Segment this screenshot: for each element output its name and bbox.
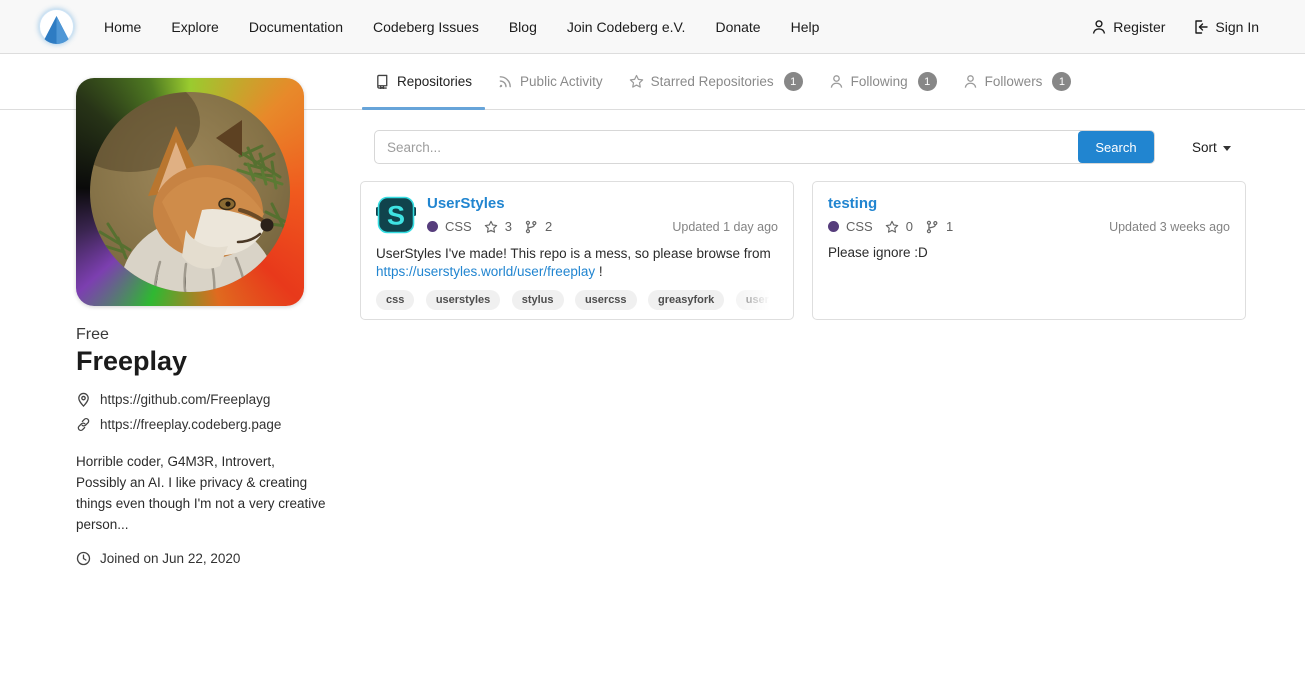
nav-donate[interactable]: Donate <box>700 0 775 54</box>
repo-avatar: S <box>376 195 416 235</box>
profile-sidebar: Free Freeplay https://github.com/Freepla… <box>76 78 328 566</box>
profile-website[interactable]: https://freeplay.codeberg.page <box>100 417 281 432</box>
avatar-photo <box>90 92 290 292</box>
repo-updated: Updated 3 weeks ago <box>1109 220 1230 234</box>
sign-in-label: Sign In <box>1215 19 1259 35</box>
tab-public-activity[interactable]: Public Activity <box>485 54 616 109</box>
following-count-badge: 1 <box>918 72 937 91</box>
profile-location[interactable]: https://github.com/Freeplayg <box>100 392 270 407</box>
sign-in-button[interactable]: Sign In <box>1193 19 1259 35</box>
repository-list: S UserStyles CSS 3 <box>360 181 1246 320</box>
star-icon <box>484 220 498 234</box>
repositories-content: Search Sort S UserStyles <box>360 110 1246 320</box>
repo-link[interactable]: UserStyles <box>427 195 505 212</box>
sort-dropdown[interactable]: Sort <box>1192 140 1231 155</box>
register-button[interactable]: Register <box>1091 19 1165 35</box>
profile-display-name: Free <box>76 326 328 344</box>
nav-codeberg-issues[interactable]: Codeberg Issues <box>358 0 494 54</box>
location-pin-icon <box>76 392 91 407</box>
avatar[interactable] <box>76 78 304 306</box>
tab-label: Repositories <box>397 74 472 89</box>
tab-label: Following <box>851 74 908 89</box>
repo-star-count: 3 <box>505 219 512 234</box>
profile-website-row: https://freeplay.codeberg.page <box>76 417 328 432</box>
git-branch-icon <box>524 220 538 234</box>
main-nav: Home Explore Documentation Codeberg Issu… <box>89 0 834 54</box>
profile-joined-row: Joined on Jun 22, 2020 <box>76 551 328 566</box>
repo-fork-count: 2 <box>545 219 552 234</box>
topic-tag[interactable]: usercss <box>575 290 637 310</box>
codeberg-logo[interactable] <box>38 8 75 45</box>
nav-blog[interactable]: Blog <box>494 0 552 54</box>
nav-help[interactable]: Help <box>776 0 835 54</box>
top-navbar: Home Explore Documentation Codeberg Issu… <box>0 0 1305 54</box>
topic-tag[interactable]: greasyfork <box>648 290 724 310</box>
svg-text:S: S <box>387 201 405 231</box>
nav-home[interactable]: Home <box>89 0 156 54</box>
navbar-right: Register Sign In <box>1091 19 1259 35</box>
followers-count-badge: 1 <box>1052 72 1071 91</box>
tab-starred-repositories[interactable]: Starred Repositories 1 <box>616 54 816 109</box>
link-icon <box>76 417 91 432</box>
star-icon <box>629 74 644 89</box>
repo-description-text: UserStyles I've made! This repo is a mes… <box>376 246 771 261</box>
repo-meta-row: CSS 3 2 Updated 1 day ago <box>427 219 778 234</box>
nav-documentation[interactable]: Documentation <box>234 0 358 54</box>
profile-location-row: https://github.com/Freeplayg <box>76 392 328 407</box>
profile-username: Freeplay <box>76 346 328 377</box>
stylus-logo-icon: S <box>376 195 416 235</box>
repo-card-header: S UserStyles CSS 3 <box>376 195 778 235</box>
topic-tag[interactable]: userstyles <box>426 290 500 310</box>
tab-following[interactable]: Following 1 <box>816 54 950 109</box>
profile-bio: Horrible coder, G4M3R, Introvert, Possib… <box>76 452 328 536</box>
chevron-down-icon <box>1223 146 1231 151</box>
repo-meta-row: CSS 0 1 Updated 3 weeks ago <box>828 219 1230 234</box>
repo-topics: css userstyles stylus usercss greasyfork… <box>376 290 778 312</box>
search-button[interactable]: Search <box>1078 131 1154 163</box>
topic-tag[interactable]: userstyle <box>736 290 778 310</box>
git-branch-icon <box>925 220 939 234</box>
language-color-dot <box>427 221 438 232</box>
tab-followers[interactable]: Followers 1 <box>950 54 1085 109</box>
repo-description-suffix: ! <box>599 264 603 279</box>
profile-joined-date: Joined on Jun 22, 2020 <box>100 551 240 566</box>
person-icon <box>1091 19 1107 35</box>
register-label: Register <box>1113 19 1165 35</box>
star-icon <box>885 220 899 234</box>
repo-language: CSS <box>846 219 873 234</box>
nav-explore[interactable]: Explore <box>156 0 233 54</box>
repo-header-text: UserStyles CSS 3 2 Updated 1 da <box>427 195 778 235</box>
topic-tag[interactable]: css <box>376 290 414 310</box>
sign-in-icon <box>1193 19 1209 35</box>
repo-description: Please ignore :D <box>828 244 1230 262</box>
language-color-dot <box>828 221 839 232</box>
search-input[interactable] <box>374 130 1155 164</box>
repo-fork-count: 1 <box>946 219 953 234</box>
tab-label: Starred Repositories <box>651 74 774 89</box>
repo-card-userstyles: S UserStyles CSS 3 <box>360 181 794 320</box>
rss-icon <box>498 74 513 89</box>
repo-description-link[interactable]: https://userstyles.world/user/freeplay <box>376 264 595 279</box>
tab-label: Followers <box>985 74 1043 89</box>
repo-description: UserStyles I've made! This repo is a mes… <box>376 245 778 281</box>
repo-language: CSS <box>445 219 472 234</box>
sort-label: Sort <box>1192 140 1217 155</box>
topic-tag[interactable]: stylus <box>512 290 564 310</box>
repo-link[interactable]: testing <box>828 195 877 212</box>
nav-join-codeberg[interactable]: Join Codeberg e.V. <box>552 0 701 54</box>
repo-icon <box>375 74 390 89</box>
repo-search-row: Search Sort <box>360 130 1246 164</box>
person-icon <box>963 74 978 89</box>
repo-star-count: 0 <box>906 219 913 234</box>
codeberg-logo-icon <box>38 8 75 45</box>
repo-card-testing: testing CSS 0 1 Updated 3 weeks ago Plea… <box>812 181 1246 320</box>
tab-label: Public Activity <box>520 74 603 89</box>
repo-updated: Updated 1 day ago <box>672 220 778 234</box>
clock-icon <box>76 551 91 566</box>
fox-avatar-image <box>90 92 290 292</box>
starred-count-badge: 1 <box>784 72 803 91</box>
person-icon <box>829 74 844 89</box>
tab-repositories[interactable]: Repositories <box>362 54 485 109</box>
search-box: Search <box>374 130 1155 164</box>
